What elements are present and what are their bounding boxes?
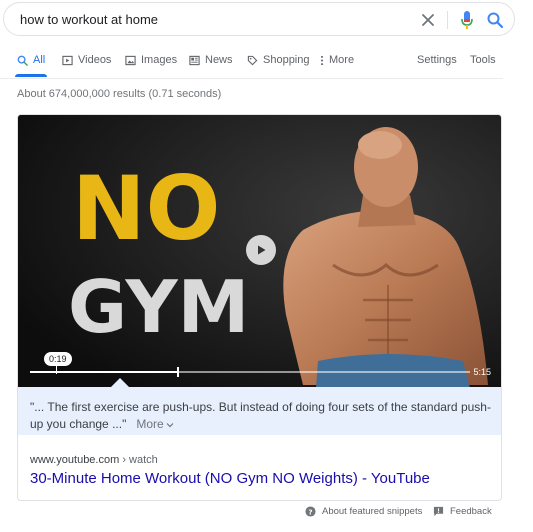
feedback-link[interactable]: Feedback: [433, 506, 492, 517]
tab-label: Images: [141, 54, 178, 66]
tab-label: All: [33, 54, 46, 66]
search-icon: [17, 55, 28, 66]
tab-news[interactable]: News: [189, 54, 233, 66]
settings-link[interactable]: Settings: [417, 54, 457, 66]
snippet-more-label: More: [136, 417, 164, 431]
result-stats: About 674,000,000 results (0.71 seconds): [17, 88, 222, 100]
current-time-badge: 0:19: [44, 352, 72, 366]
about-snippets-link[interactable]: ? About featured snippets: [305, 506, 422, 517]
tools-link[interactable]: Tools: [470, 54, 496, 66]
play-button[interactable]: [246, 235, 276, 265]
settings-label: Settings: [417, 54, 457, 66]
video-progress-marker: [177, 367, 179, 377]
tab-label: News: [205, 54, 233, 66]
newspaper-icon: [189, 55, 200, 65]
video-progress-buffer: [30, 371, 178, 373]
video-duration: 5:15: [473, 367, 491, 377]
chevron-down-icon: [166, 423, 174, 428]
search-icon[interactable]: [486, 11, 504, 29]
thumbnail-title: NO GYM: [68, 157, 248, 347]
tab-label: Videos: [78, 54, 112, 66]
about-snippets-label: About featured snippets: [322, 506, 423, 517]
snippet-more-button[interactable]: More: [136, 417, 174, 431]
tab-all[interactable]: All: [17, 54, 45, 66]
tag-icon: [247, 55, 258, 65]
result-title-link[interactable]: 30-Minute Home Workout (NO Gym NO Weight…: [30, 470, 430, 487]
play-icon: [258, 245, 266, 255]
more-vert-icon: [320, 55, 324, 65]
feedback-icon: [433, 506, 444, 517]
result-url: www.youtube.com › watch: [30, 454, 158, 466]
featured-snippet-card: NO GYM 0:19 5:15 "... The first exercise…: [17, 114, 502, 501]
microphone-icon[interactable]: [460, 10, 474, 30]
search-divider: [447, 11, 448, 29]
tab-images[interactable]: Images: [125, 54, 177, 66]
search-tabs: All Videos Images News Shopping More Set…: [0, 48, 503, 79]
snippet-box: "... The first exercise are push-ups. Bu…: [18, 387, 501, 435]
search-query-text[interactable]: how to workout at home: [20, 12, 158, 27]
close-icon[interactable]: [419, 11, 437, 29]
snippet-text-container: "... The first exercise are push-ups. Bu…: [30, 399, 492, 433]
result-domain: www.youtube.com: [30, 454, 120, 466]
tab-more[interactable]: More: [320, 54, 354, 66]
snippet-caret: [111, 378, 129, 387]
image-icon: [125, 55, 136, 65]
tab-label: Shopping: [263, 54, 310, 66]
snippet-text: "... The first exercise are push-ups. Bu…: [30, 400, 491, 431]
video-icon: [62, 55, 73, 65]
feedback-label: Feedback: [450, 506, 492, 517]
thumbnail-text-no: NO: [72, 157, 220, 260]
tab-videos[interactable]: Videos: [62, 54, 111, 66]
tools-label: Tools: [470, 54, 496, 66]
result-path: › watch: [119, 454, 158, 466]
video-thumbnail[interactable]: NO GYM 0:19 5:15: [18, 115, 501, 388]
help-icon: ?: [305, 506, 316, 517]
thumbnail-text-gym: GYM: [68, 265, 248, 347]
search-box[interactable]: how to workout at home: [3, 2, 515, 36]
tab-shopping[interactable]: Shopping: [247, 54, 310, 66]
svg-text:?: ?: [308, 507, 312, 516]
tab-label: More: [329, 54, 355, 66]
active-tab-indicator: [15, 74, 47, 77]
